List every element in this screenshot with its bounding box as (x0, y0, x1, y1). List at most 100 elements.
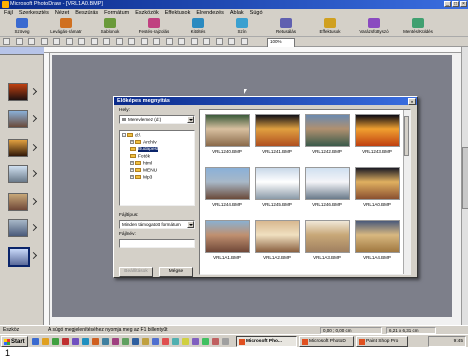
photo-preview[interactable] (355, 114, 400, 147)
save-icon[interactable] (28, 38, 35, 45)
flip-icon[interactable] (165, 38, 173, 45)
toolbar-button-paint[interactable]: Festés-rajzolás (132, 17, 176, 38)
quick-launch-icon[interactable] (222, 338, 229, 345)
chevron-right-icon[interactable] (29, 169, 38, 178)
chevron-down-icon[interactable] (187, 221, 194, 228)
folder-tree-item[interactable]: Fotók (130, 154, 150, 160)
menu-item[interactable]: Fájl (4, 9, 13, 17)
picture-thumbnail-selected[interactable] (8, 247, 30, 267)
dialog-close-button[interactable]: × (408, 98, 416, 105)
expander-icon[interactable]: + (130, 161, 134, 165)
file-thumbnail[interactable]: VRL1240.BMP (203, 114, 251, 163)
curve-icon[interactable] (215, 38, 223, 45)
photo-preview[interactable] (255, 114, 300, 147)
scrollbar-thumb[interactable] (462, 147, 468, 209)
copy-icon[interactable] (65, 38, 73, 45)
expander-icon[interactable]: - (122, 133, 126, 137)
photo-preview[interactable] (305, 167, 350, 200)
menu-item[interactable]: Súgó (250, 9, 263, 17)
quick-launch-icon[interactable] (122, 338, 129, 345)
scrollbar-thumb[interactable] (404, 116, 409, 156)
thumbnail-grid-scrollbar[interactable] (403, 110, 410, 274)
menu-item[interactable]: Beszúrás (75, 9, 98, 17)
menu-item[interactable]: Formátum (104, 9, 129, 17)
menu-item[interactable]: Szerkesztés (19, 9, 49, 17)
photo-preview[interactable] (305, 114, 350, 147)
open-icon[interactable] (15, 38, 23, 45)
paste-icon[interactable] (78, 38, 85, 45)
file-thumbnail[interactable]: VRL1242.BMP (303, 114, 351, 163)
photo-preview[interactable] (305, 220, 350, 253)
photo-preview[interactable] (255, 167, 300, 200)
ellipse-icon[interactable] (190, 38, 198, 45)
chevron-right-icon[interactable] (29, 251, 38, 260)
photo-preview[interactable] (205, 220, 250, 253)
photo-preview[interactable] (205, 114, 250, 147)
quick-launch-icon[interactable] (142, 338, 149, 345)
file-thumbnail[interactable]: VRL1245.BMP (253, 167, 301, 216)
toolbar-button-color[interactable]: Szín (220, 17, 264, 38)
taskbar-item[interactable]: Microsoft Pho... (236, 336, 297, 347)
quick-launch-icon[interactable] (132, 338, 139, 345)
picture-thumbnail[interactable] (8, 110, 28, 128)
file-thumbnail[interactable]: VRL1244.BMP (203, 167, 251, 216)
menu-item[interactable]: Ablak (230, 9, 244, 17)
taskbar-item[interactable]: Microsoft PhotoD (299, 336, 354, 347)
expander-icon[interactable]: + (130, 168, 134, 172)
toolbar-button-wizard[interactable]: Varázsfüttyszó (352, 17, 396, 38)
file-type-dropdown[interactable]: Minden támogatott formátum (119, 220, 195, 229)
quick-launch-icon[interactable] (212, 338, 219, 345)
chevron-right-icon[interactable] (29, 114, 38, 123)
help-icon[interactable] (240, 38, 248, 45)
quick-launch-icon[interactable] (52, 338, 59, 345)
quick-launch-icon[interactable] (42, 338, 49, 345)
quick-launch-icon[interactable] (102, 338, 109, 345)
minimize-button[interactable]: _ (444, 1, 451, 7)
taskbar-item[interactable]: Paint Shop Pro (356, 336, 408, 347)
quick-launch-icon[interactable] (192, 338, 199, 345)
file-thumbnail[interactable]: VRL1241.BMP (253, 114, 301, 163)
file-thumbnail[interactable]: VRL1A2.BMP (253, 220, 301, 269)
toolbar-button-templates[interactable]: Sablonok (88, 17, 132, 38)
pan-icon[interactable] (140, 38, 148, 45)
line-icon[interactable] (203, 38, 210, 45)
menu-item[interactable]: Elrendezés (196, 9, 224, 17)
window-title-bar[interactable]: Microsoft PhotoDraw - [VRL1A0.BMP] (0, 0, 468, 9)
maximize-button[interactable]: □ (452, 1, 459, 7)
file-thumbnail[interactable]: VRL1A1.BMP (203, 220, 251, 269)
expander-icon[interactable]: + (130, 140, 134, 144)
cut-icon[interactable] (53, 38, 60, 45)
file-thumbnail[interactable]: VRL1243.BMP (353, 114, 401, 163)
clock[interactable]: 9:45 (454, 339, 463, 344)
toolbar-button-crop[interactable]: Levágás-rámatr (44, 17, 88, 38)
photo-preview[interactable] (355, 167, 400, 200)
redo-icon[interactable] (103, 38, 110, 45)
quick-launch-icon[interactable] (172, 338, 179, 345)
quick-launch-icon[interactable] (202, 338, 209, 345)
pointer-icon[interactable] (115, 38, 123, 45)
folder-tree-item[interactable]: + Archív (130, 140, 157, 146)
file-thumbnail[interactable]: VRL1A0.BMP (353, 167, 401, 216)
picture-thumbnail[interactable] (8, 83, 28, 101)
quick-launch-icon[interactable] (92, 338, 99, 345)
menu-item[interactable]: Eszközök (135, 9, 159, 17)
chevron-right-icon[interactable] (29, 223, 38, 232)
file-thumbnail[interactable]: VRL1A4.BMP (353, 220, 401, 269)
toolbar-button-text[interactable]: Szöveg (0, 17, 44, 38)
vertical-scrollbar[interactable] (461, 47, 468, 325)
file-thumbnail[interactable]: VRL1A3.BMP (303, 220, 351, 269)
photo-preview[interactable] (205, 167, 250, 200)
toolbar-button-touchup[interactable]: Retusálás (264, 17, 308, 38)
folder-tree[interactable]: - d:\ + Archív Budapest Fotók + html + MENU + Mp3 (119, 130, 195, 206)
folder-tree-item[interactable]: Budapest (130, 147, 159, 153)
quick-launch-icon[interactable] (32, 338, 39, 345)
grid-icon[interactable] (228, 38, 235, 45)
quick-launch-icon[interactable] (152, 338, 159, 345)
chevron-down-icon[interactable] (187, 116, 194, 123)
new-icon[interactable] (3, 38, 10, 45)
menu-item[interactable]: Effektusok (165, 9, 191, 17)
quick-launch-icon[interactable] (62, 338, 69, 345)
picture-thumbnail[interactable] (8, 139, 28, 157)
toolbar-button-save-send[interactable]: Mentés/Küldés (396, 17, 440, 38)
folder-tree-item[interactable]: + Mp3 (130, 175, 152, 181)
